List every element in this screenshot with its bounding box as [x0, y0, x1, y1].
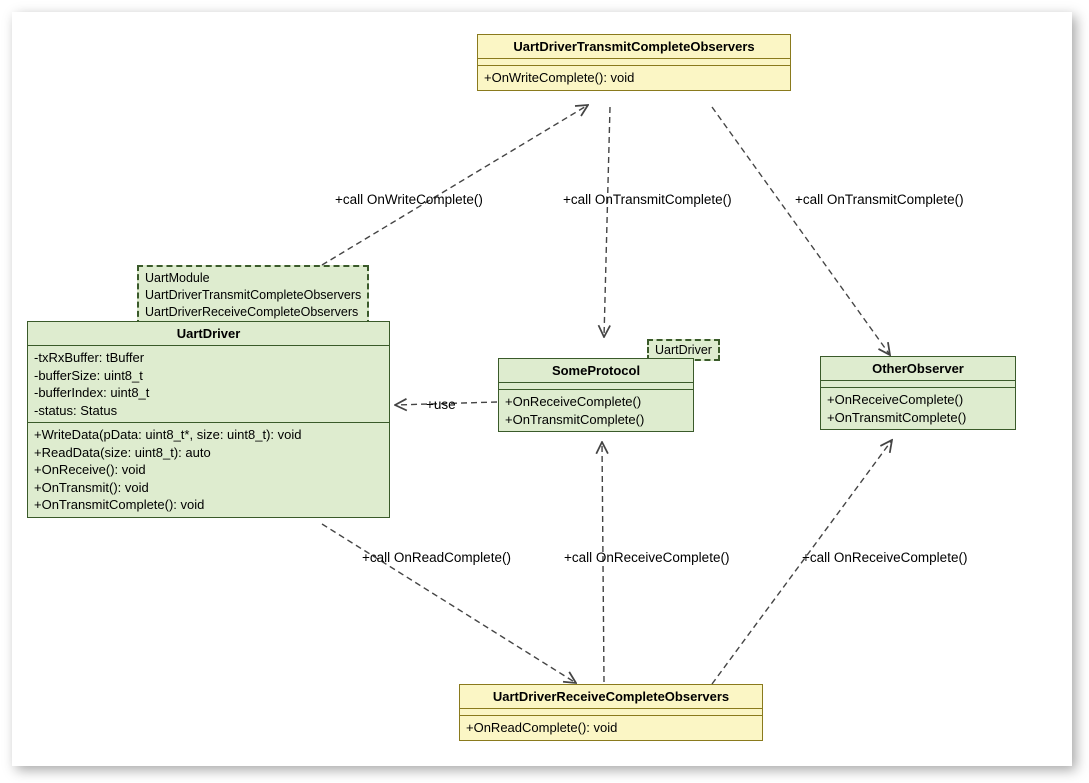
method-row: +OnReadComplete(): void: [466, 719, 756, 737]
class-methods: +OnReadComplete(): void: [460, 716, 762, 740]
class-uart-driver: UartDriver -txRxBuffer: tBuffer -bufferS…: [27, 321, 390, 518]
edge-label: +call OnReceiveComplete(): [564, 550, 729, 565]
template-param: UartModule: [145, 270, 361, 287]
class-title: SomeProtocol: [499, 359, 693, 383]
op-row: +OnTransmitComplete(): [827, 409, 1009, 427]
class-operations: +WriteData(pData: uint8_t*, size: uint8_…: [28, 423, 389, 517]
op-row: +ReadData(size: uint8_t): auto: [34, 444, 383, 462]
class-title: UartDriver: [28, 322, 389, 346]
attr-row: -txRxBuffer: tBuffer: [34, 349, 383, 367]
attr-row: -bufferSize: uint8_t: [34, 367, 383, 385]
op-row: +OnTransmit(): void: [34, 479, 383, 497]
attr-row: -bufferIndex: uint8_t: [34, 384, 383, 402]
class-empty-section: [460, 709, 762, 716]
class-uart-transmit-observers: UartDriverTransmitCompleteObservers +OnW…: [477, 34, 791, 91]
template-param: UartDriverTransmitCompleteObservers: [145, 287, 361, 304]
edge-driver-to-receive: [322, 524, 576, 683]
op-row: +OnReceiveComplete(): [505, 393, 687, 411]
class-title: UartDriverTransmitCompleteObservers: [478, 35, 790, 59]
template-param: UartDriver: [655, 343, 712, 357]
class-some-protocol: SomeProtocol +OnReceiveComplete() +OnTra…: [498, 358, 694, 432]
edge-label: +call OnTransmitComplete(): [563, 192, 732, 207]
edge-transmit-to-otherobserver: [712, 107, 890, 355]
op-row: +WriteData(pData: uint8_t*, size: uint8_…: [34, 426, 383, 444]
class-methods: +OnWriteComplete(): void: [478, 66, 790, 90]
class-empty-section: [821, 381, 1015, 388]
template-params-uartdriver: UartModule UartDriverTransmitCompleteObs…: [137, 265, 369, 326]
op-row: +OnReceive(): void: [34, 461, 383, 479]
diagram-canvas: UartDriverTransmitCompleteObservers +OnW…: [12, 12, 1072, 766]
attr-row: -status: Status: [34, 402, 383, 420]
template-param: UartDriverReceiveCompleteObservers: [145, 304, 361, 321]
edge-label: +call OnTransmitComplete(): [795, 192, 964, 207]
class-other-observer: OtherObserver +OnReceiveComplete() +OnTr…: [820, 356, 1016, 430]
class-title: UartDriverReceiveCompleteObservers: [460, 685, 762, 709]
class-empty-section: [499, 383, 693, 390]
class-empty-section: [478, 59, 790, 66]
edge-transmit-to-someprotocol: [604, 107, 610, 337]
op-row: +OnReceiveComplete(): [827, 391, 1009, 409]
edge-label: +call OnWriteComplete(): [335, 192, 483, 207]
class-operations: +OnReceiveComplete() +OnTransmitComplete…: [821, 388, 1015, 429]
class-operations: +OnReceiveComplete() +OnTransmitComplete…: [499, 390, 693, 431]
edge-label: +call OnReceiveComplete(): [802, 550, 967, 565]
class-uart-receive-observers: UartDriverReceiveCompleteObservers +OnRe…: [459, 684, 763, 741]
edge-driver-to-transmit: [322, 105, 588, 265]
op-row: +OnTransmitComplete(): void: [34, 496, 383, 514]
edge-label: +call OnReadComplete(): [362, 550, 511, 565]
class-title: OtherObserver: [821, 357, 1015, 381]
method-row: +OnWriteComplete(): void: [484, 69, 784, 87]
op-row: +OnTransmitComplete(): [505, 411, 687, 429]
edge-label: +use: [426, 397, 456, 412]
class-attributes: -txRxBuffer: tBuffer -bufferSize: uint8_…: [28, 346, 389, 423]
